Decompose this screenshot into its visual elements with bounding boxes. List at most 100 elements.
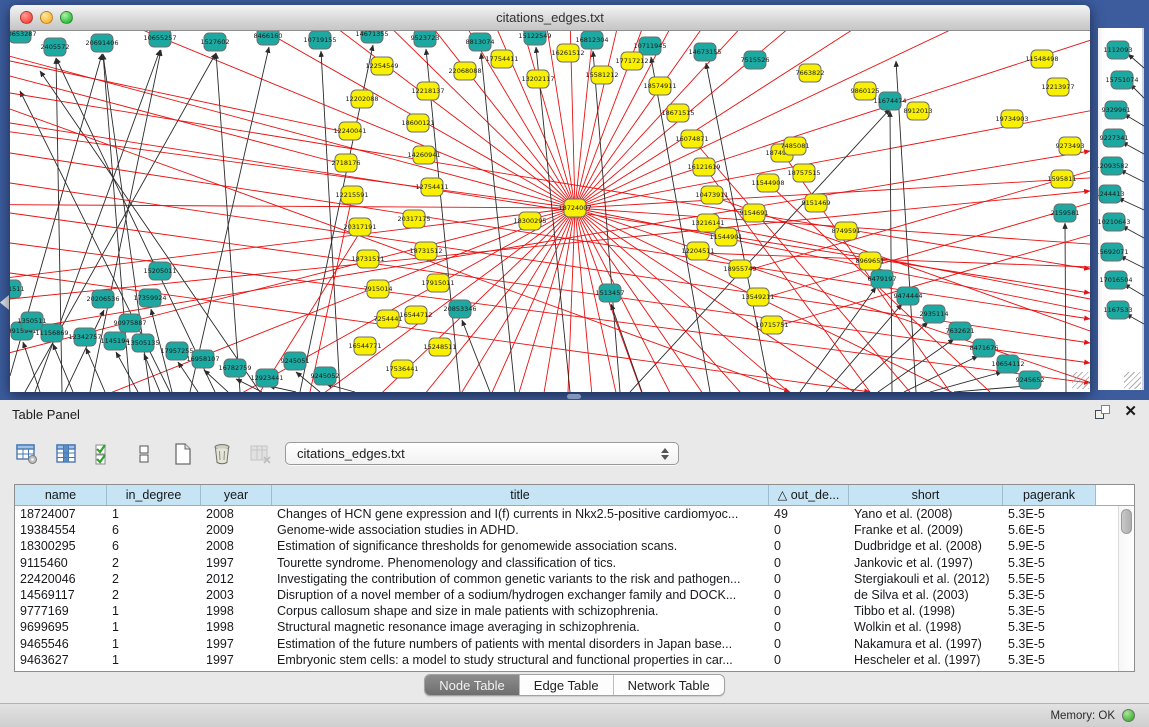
table-row[interactable]: 1872400712008Changes of HCN gene express… — [15, 506, 1118, 522]
cell-title[interactable]: Disruption of a novel member of a sodium… — [272, 587, 769, 603]
show-columns-button[interactable] — [51, 438, 81, 470]
network-edge[interactable] — [86, 348, 105, 392]
cell-in_degree[interactable]: 6 — [107, 538, 201, 554]
cell-pagerank[interactable]: 5.3E-5 — [1003, 587, 1096, 603]
delete-columns-button[interactable] — [207, 438, 237, 470]
network-edge[interactable] — [260, 229, 362, 392]
network-edge[interactable] — [575, 89, 1090, 208]
vertical-scrollbar[interactable] — [1118, 506, 1134, 671]
cell-in_degree[interactable]: 1 — [107, 603, 201, 619]
cell-out_degree[interactable]: 0 — [769, 636, 849, 652]
table-row[interactable]: 969969511998Structural magnetic resonanc… — [15, 619, 1118, 635]
table-row[interactable]: 1456911722003Disruption of a novel membe… — [15, 587, 1118, 603]
cell-title[interactable]: Genome-wide association studies in ADHD. — [272, 522, 769, 538]
cell-pagerank[interactable]: 5.3E-5 — [1003, 555, 1096, 571]
column-header-title[interactable]: title — [272, 485, 769, 505]
network-canvas[interactable]: 1065328724055722069140610655257152760284… — [10, 31, 1090, 392]
cell-name[interactable]: 22420046 — [15, 571, 107, 587]
split-pane-divider[interactable] — [567, 394, 581, 399]
table-row[interactable]: 977716911998Corpus callosum shape and si… — [15, 603, 1118, 619]
cell-year[interactable]: 1998 — [201, 619, 272, 635]
network-edge[interactable] — [1122, 142, 1144, 154]
column-header-name[interactable]: name — [15, 485, 107, 505]
network-edge[interactable] — [1120, 170, 1144, 182]
network-edge[interactable] — [954, 386, 1026, 392]
cell-in_degree[interactable]: 1 — [107, 652, 201, 668]
network-edge[interactable] — [10, 76, 346, 165]
network-edge[interactable] — [53, 344, 73, 392]
column-header-out_degree[interactable]: △ out_de... — [769, 485, 849, 505]
cell-out_degree[interactable]: 0 — [769, 587, 849, 603]
column-header-pagerank[interactable]: pagerank — [1003, 485, 1096, 505]
float-panel-icon[interactable] — [1095, 405, 1110, 419]
cell-title[interactable]: Structural magnetic resonance image aver… — [272, 619, 769, 635]
cell-name[interactable]: 9465546 — [15, 636, 107, 652]
cell-out_degree[interactable]: 0 — [769, 603, 849, 619]
resize-grip-icon[interactable] — [1072, 372, 1089, 389]
cell-short[interactable]: Dudbridge et al. (2008) — [849, 538, 1003, 554]
cell-year[interactable]: 1998 — [201, 603, 272, 619]
cell-year[interactable]: 2003 — [201, 587, 272, 603]
cell-pagerank[interactable]: 5.3E-5 — [1003, 636, 1096, 652]
cell-pagerank[interactable]: 5.9E-5 — [1003, 538, 1096, 554]
tab-network-table[interactable]: Network Table — [614, 675, 724, 695]
cell-short[interactable]: Franke et al. (2009) — [849, 522, 1003, 538]
close-panel-icon[interactable]: ✕ — [1124, 405, 1137, 419]
table-settings-button[interactable] — [12, 438, 42, 470]
select-rows-button[interactable] — [90, 438, 120, 470]
background-network-window[interactable]: 1112093157510749329961922734112093582124… — [1098, 28, 1144, 390]
network-edge[interactable] — [1122, 226, 1144, 238]
cell-out_degree[interactable]: 0 — [769, 619, 849, 635]
cell-pagerank[interactable]: 5.6E-5 — [1003, 522, 1096, 538]
cell-name[interactable]: 9699695 — [15, 619, 107, 635]
cell-out_degree[interactable]: 49 — [769, 506, 849, 522]
delete-table-button[interactable] — [246, 438, 276, 470]
tab-edge-table[interactable]: Edge Table — [520, 675, 614, 695]
cell-in_degree[interactable]: 6 — [107, 522, 201, 538]
cell-short[interactable]: Wolkin et al. (1998) — [849, 619, 1003, 635]
cell-name[interactable]: 19384554 — [15, 522, 107, 538]
network-edge[interactable] — [575, 171, 1090, 208]
cell-out_degree[interactable]: 0 — [769, 571, 849, 587]
cell-title[interactable]: Corpus callosum shape and size in male p… — [272, 603, 769, 619]
cell-title[interactable]: Investigating the contribution of common… — [272, 571, 769, 587]
cell-year[interactable]: 2008 — [201, 506, 272, 522]
network-edge[interactable] — [10, 208, 575, 286]
cell-year[interactable]: 2008 — [201, 538, 272, 554]
network-edge[interactable] — [481, 53, 515, 392]
scrollbar-thumb[interactable] — [1121, 509, 1132, 534]
cell-short[interactable]: Jankovic et al. (1997) — [849, 555, 1003, 571]
cell-title[interactable]: Estimation of significance thresholds fo… — [272, 538, 769, 554]
network-edge[interactable] — [700, 253, 1090, 267]
network-edge[interactable] — [321, 51, 340, 392]
cell-pagerank[interactable]: 5.3E-5 — [1003, 603, 1096, 619]
tab-node-table[interactable]: Node Table — [425, 675, 520, 695]
table-row[interactable]: 1938455462009Genome-wide association stu… — [15, 522, 1118, 538]
resize-grip-icon[interactable] — [1124, 372, 1141, 389]
table-row[interactable]: 2242004622012Investigating the contribut… — [15, 571, 1118, 587]
cell-short[interactable]: Hescheler et al. (1997) — [849, 652, 1003, 668]
cell-short[interactable]: de Silva et al. (2003) — [849, 587, 1003, 603]
cell-pagerank[interactable]: 5.3E-5 — [1003, 652, 1096, 668]
cell-in_degree[interactable]: 1 — [107, 506, 201, 522]
row-height-button[interactable] — [129, 438, 159, 470]
cell-out_degree[interactable]: 0 — [769, 652, 849, 668]
cell-pagerank[interactable]: 5.3E-5 — [1003, 619, 1096, 635]
cell-pagerank[interactable]: 5.3E-5 — [1003, 506, 1096, 522]
cell-name[interactable]: 9115460 — [15, 555, 107, 571]
cell-name[interactable]: 9463627 — [15, 652, 107, 668]
cell-in_degree[interactable]: 2 — [107, 555, 201, 571]
cell-in_degree[interactable]: 1 — [107, 636, 201, 652]
cell-short[interactable]: Stergiakouli et al. (2012) — [849, 571, 1003, 587]
network-view-window[interactable]: citations_edges.txt 10653287240557220691… — [10, 5, 1090, 392]
cell-title[interactable]: Estimation of the future numbers of pati… — [272, 636, 769, 652]
column-header-short[interactable]: short — [849, 485, 1003, 505]
cell-in_degree[interactable]: 2 — [107, 571, 201, 587]
network-edge[interactable] — [611, 304, 642, 392]
cell-year[interactable]: 1997 — [201, 636, 272, 652]
network-edge[interactable] — [1065, 223, 1066, 392]
cell-year[interactable]: 2009 — [201, 522, 272, 538]
cell-name[interactable]: 18300295 — [15, 538, 107, 554]
table-selector-dropdown[interactable]: citations_edges.txt — [285, 442, 679, 465]
network-edge[interactable] — [10, 61, 350, 133]
